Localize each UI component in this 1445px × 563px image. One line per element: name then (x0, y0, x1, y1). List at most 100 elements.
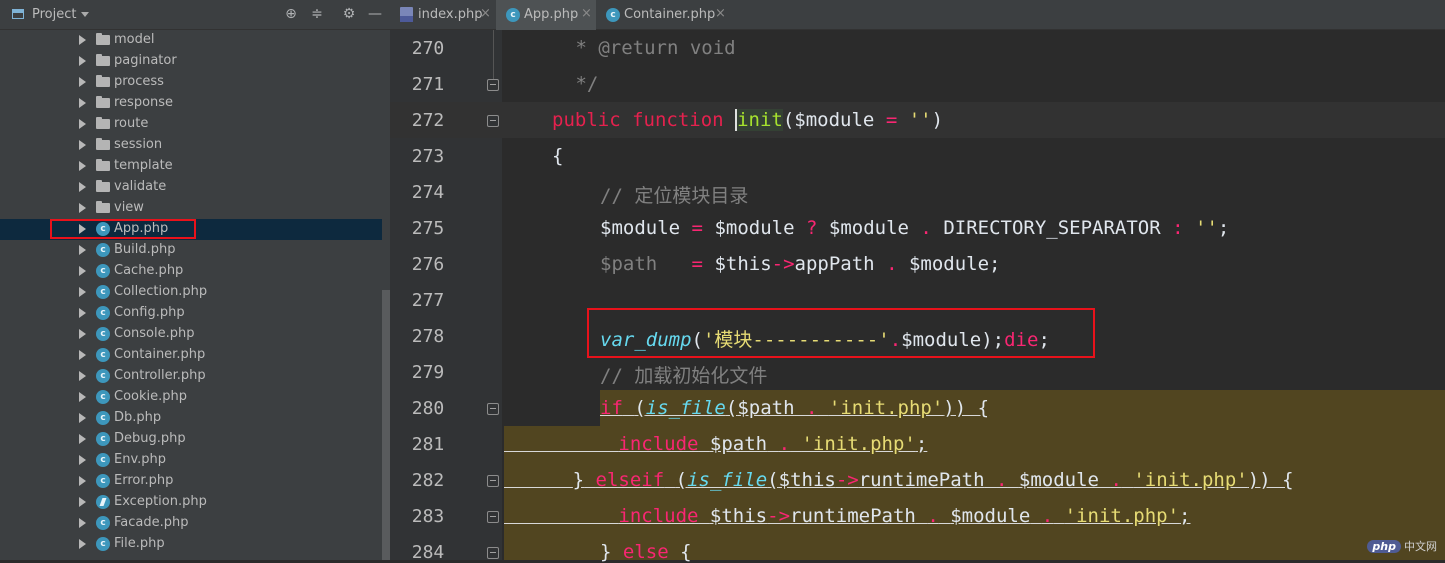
tree-item[interactable]: c Db.php (0, 408, 382, 429)
chevron-right-icon[interactable] (79, 371, 86, 381)
gear-icon[interactable]: ⚙ (341, 6, 357, 22)
fold-marker-icon[interactable] (487, 511, 499, 523)
chevron-right-icon[interactable] (79, 497, 86, 507)
class-icon: c (96, 327, 110, 341)
tree-item-label: Controller.php (114, 368, 206, 383)
folder-icon (96, 180, 110, 192)
chevron-right-icon[interactable] (79, 287, 86, 297)
tree-item-label: Cookie.php (114, 389, 187, 404)
close-icon[interactable]: × (715, 6, 726, 21)
chevron-right-icon[interactable] (79, 476, 86, 486)
tree-item[interactable]: c Container.php (0, 345, 382, 366)
class-icon: c (96, 243, 110, 257)
chevron-right-icon[interactable] (79, 434, 86, 444)
project-window-icon (12, 9, 24, 19)
code-line-274: // 定位模块目录 (600, 185, 749, 207)
tree-item-label: process (114, 74, 164, 89)
fold-marker-icon[interactable] (487, 79, 499, 91)
line-number: 280 (411, 398, 445, 419)
collapse-icon[interactable]: ≑ (309, 6, 325, 22)
tree-item[interactable]: validate (0, 177, 382, 198)
tree-item[interactable]: c Collection.php (0, 282, 382, 303)
chevron-right-icon[interactable] (79, 455, 86, 465)
tree-item[interactable]: c Console.php (0, 324, 382, 345)
target-icon[interactable]: ⊕ (283, 6, 299, 22)
tree-item-label: route (114, 116, 149, 131)
chevron-right-icon[interactable] (79, 119, 86, 129)
chevron-right-icon[interactable] (79, 35, 86, 45)
code-line-272: public function init($module = '') (552, 109, 944, 131)
tree-item-label: template (114, 158, 173, 173)
chevron-right-icon[interactable] (79, 98, 86, 108)
tree-item[interactable]: c Debug.php (0, 429, 382, 450)
tree-item[interactable]: c Build.php (0, 240, 382, 261)
chevron-right-icon[interactable] (79, 161, 86, 171)
folder-icon (96, 96, 110, 108)
tree-item[interactable]: response (0, 93, 382, 114)
chevron-right-icon[interactable] (79, 329, 86, 339)
tree-item[interactable]: template (0, 156, 382, 177)
chevron-right-icon[interactable] (79, 140, 86, 150)
tree-item[interactable]: c File.php (0, 534, 382, 555)
tab-index-php[interactable]: index.php × (390, 0, 496, 30)
chevron-right-icon[interactable] (79, 539, 86, 549)
class-icon: c (96, 264, 110, 278)
chevron-right-icon[interactable] (79, 245, 86, 255)
tree-item-label: view (114, 200, 144, 215)
line-number: 281 (411, 434, 445, 455)
fold-marker-icon[interactable] (487, 547, 499, 559)
tree-item[interactable]: session (0, 135, 382, 156)
chevron-right-icon[interactable] (79, 350, 86, 360)
close-icon[interactable]: × (581, 6, 592, 21)
class-icon: c (96, 285, 110, 299)
fold-marker-icon[interactable] (487, 475, 499, 487)
tree-item-label: Config.php (114, 305, 185, 320)
class-icon: c (96, 432, 110, 446)
chevron-right-icon[interactable] (79, 518, 86, 528)
code-line-275: $module = $module ? $module . DIRECTORY_… (600, 217, 1230, 239)
tab-container-php[interactable]: c Container.php × (596, 0, 732, 30)
chevron-right-icon[interactable] (79, 413, 86, 423)
tree-item[interactable]: view (0, 198, 382, 219)
tree-item[interactable]: c Cookie.php (0, 387, 382, 408)
chevron-down-icon[interactable] (81, 12, 89, 17)
tree-item[interactable]: process (0, 72, 382, 93)
tree-item-label: validate (114, 179, 167, 194)
chevron-right-icon[interactable] (79, 56, 86, 66)
chevron-right-icon[interactable] (79, 203, 86, 213)
tree-item[interactable]: c Config.php (0, 303, 382, 324)
class-icon: c (96, 369, 110, 383)
close-icon[interactable]: × (480, 6, 491, 21)
minimize-icon[interactable]: — (367, 6, 383, 22)
chevron-right-icon[interactable] (79, 182, 86, 192)
code-line-271: */ (564, 73, 599, 95)
code-line-282: } elseif (is_file($this->runtimePath . $… (572, 469, 1294, 491)
fold-marker-icon[interactable] (487, 115, 499, 127)
tree-item[interactable]: paginator (0, 51, 382, 72)
chevron-right-icon[interactable] (79, 308, 86, 318)
highlight-box-var-dump (587, 308, 1095, 358)
tree-scrollbar-thumb[interactable] (382, 290, 390, 560)
tree-item[interactable]: c Controller.php (0, 366, 382, 387)
tree-item[interactable]: Exception.php (0, 492, 382, 513)
tree-item[interactable]: c Error.php (0, 471, 382, 492)
chevron-right-icon[interactable] (79, 392, 86, 402)
chevron-right-icon[interactable] (79, 77, 86, 87)
tree-item[interactable]: model (0, 30, 382, 51)
line-number: 272 (411, 110, 445, 131)
tree-item-label: model (114, 32, 155, 47)
project-view-selector[interactable]: Project (32, 7, 76, 22)
tree-item[interactable]: c Facade.php (0, 513, 382, 534)
tree-item[interactable]: route (0, 114, 382, 135)
tree-item[interactable]: c Cache.php (0, 261, 382, 282)
tree-item-label: session (114, 137, 163, 152)
class-icon: c (96, 516, 110, 530)
tab-app-php[interactable]: c App.php × (496, 0, 596, 30)
tree-item[interactable]: c Env.php (0, 450, 382, 471)
class-icon: c (96, 453, 110, 467)
fold-marker-icon[interactable] (487, 403, 499, 415)
code-line-283: include $this->runtimePath . $module . '… (618, 505, 1191, 527)
code-editor[interactable]: 270 271 272 273 274 275 276 277 278 279 280 281 282 2… (390, 30, 1445, 563)
code-line-281: include $path . 'init.php'; (618, 433, 928, 455)
chevron-right-icon[interactable] (79, 266, 86, 276)
